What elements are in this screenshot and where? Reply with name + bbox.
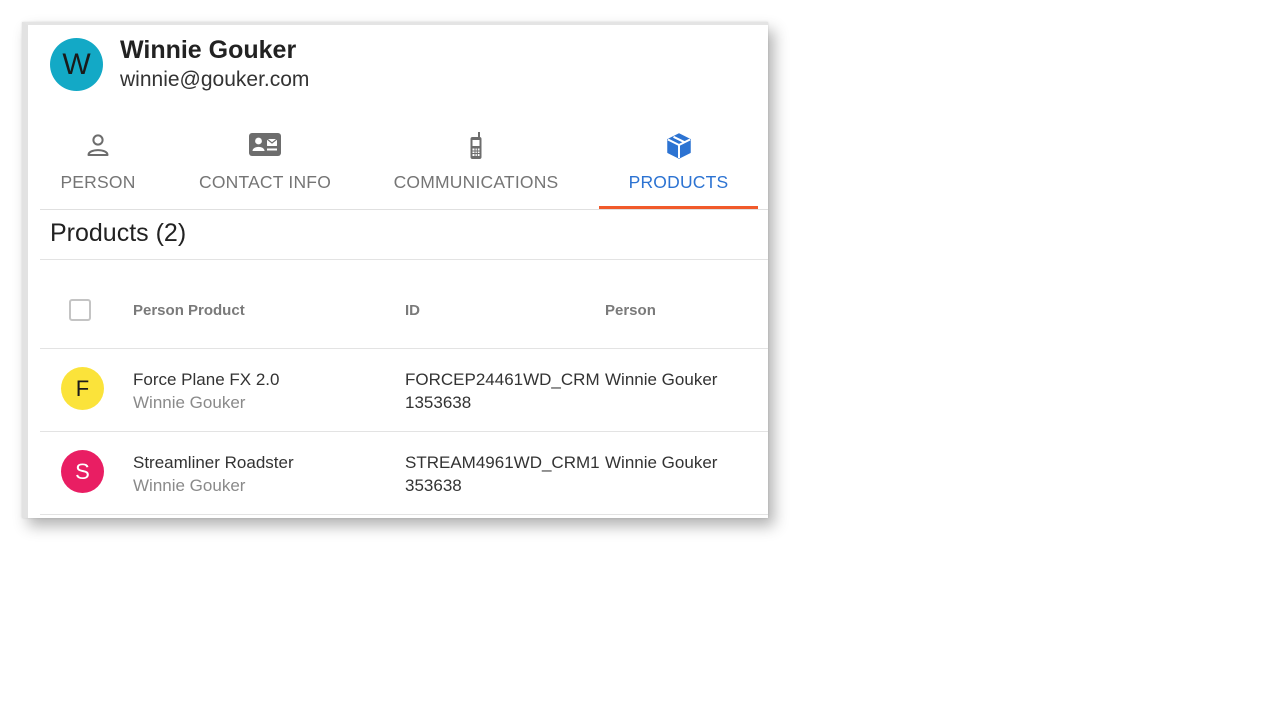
product-id-line1: STREAM4961WD_CRM1 bbox=[405, 453, 600, 472]
table-row[interactable]: S Streamliner Roadster Winnie Gouker STR… bbox=[40, 432, 768, 515]
contact-name: Winnie Gouker bbox=[120, 36, 297, 64]
table-row[interactable]: F Force Plane FX 2.0 Winnie Gouker FORCE… bbox=[40, 349, 768, 432]
id-cell: STREAM4961WD_CRM1 353638 bbox=[405, 451, 600, 497]
divider bbox=[40, 259, 768, 260]
column-header-person[interactable]: Person bbox=[605, 302, 656, 319]
row-avatar: S bbox=[61, 450, 104, 493]
tab-label: PERSON bbox=[60, 172, 136, 192]
tab-communications[interactable]: COMMUNICATIONS bbox=[378, 125, 574, 209]
product-id-line2: 353638 bbox=[405, 476, 462, 495]
tab-contact-info[interactable]: CONTACT INFO bbox=[192, 125, 338, 209]
tab-label: PRODUCTS bbox=[628, 172, 729, 192]
tab-products[interactable]: PRODUCTS bbox=[599, 125, 758, 209]
id-cell: FORCEP24461WD_CRM 1353638 bbox=[405, 368, 600, 414]
page-title: Products (2) bbox=[50, 219, 187, 247]
product-cell: Force Plane FX 2.0 Winnie Gouker bbox=[133, 368, 279, 414]
avatar: W bbox=[50, 38, 103, 91]
row-avatar: F bbox=[61, 367, 104, 410]
person-icon bbox=[40, 131, 156, 159]
product-name: Streamliner Roadster bbox=[133, 453, 294, 472]
product-owner: Winnie Gouker bbox=[133, 476, 246, 495]
person-cell: Winnie Gouker bbox=[605, 370, 718, 389]
column-header-person-product[interactable]: Person Product bbox=[133, 302, 245, 319]
mobile-phone-icon bbox=[378, 131, 574, 159]
contact-email: winnie@gouker.com bbox=[120, 68, 310, 91]
tab-person[interactable]: PERSON bbox=[40, 125, 156, 209]
product-cell: Streamliner Roadster Winnie Gouker bbox=[133, 451, 294, 497]
tab-label: CONTACT INFO bbox=[198, 172, 332, 192]
contact-card: W Winnie Gouker winnie@gouker.com PERSON bbox=[22, 22, 768, 518]
tab-label: COMMUNICATIONS bbox=[393, 172, 559, 192]
product-owner: Winnie Gouker bbox=[133, 393, 246, 412]
product-id-line2: 1353638 bbox=[405, 393, 472, 412]
box-icon bbox=[599, 131, 758, 159]
person-cell: Winnie Gouker bbox=[605, 453, 718, 472]
tab-bar: PERSON CONTACT INFO COMMUNICATIONS PRODU… bbox=[40, 125, 768, 210]
product-id-line1: FORCEP24461WD_CRM bbox=[405, 370, 600, 389]
active-tab-indicator bbox=[599, 206, 758, 209]
table-header: Person Product ID Person bbox=[40, 283, 768, 349]
product-name: Force Plane FX 2.0 bbox=[133, 370, 280, 389]
contact-card-icon bbox=[192, 131, 338, 159]
select-all-checkbox[interactable] bbox=[69, 299, 91, 321]
column-header-id[interactable]: ID bbox=[405, 302, 420, 319]
